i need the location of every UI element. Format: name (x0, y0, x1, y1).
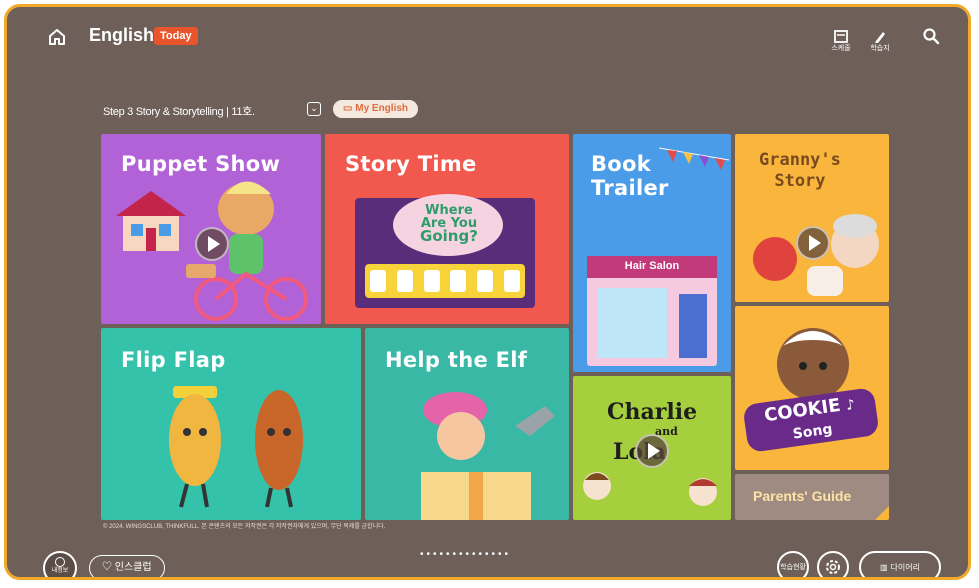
my-english-button[interactable]: ▭ My English (333, 100, 419, 118)
tile-title: Parents' Guide (753, 488, 852, 504)
play-button[interactable] (796, 226, 830, 260)
tile-puppet-show[interactable]: Puppet Show (101, 134, 321, 324)
search-icon (923, 28, 940, 45)
home-icon (49, 29, 65, 45)
cookie-song-line-2: Song (791, 421, 834, 443)
course-step-label: Step 3 Story & Storytelling | 11호. (103, 106, 255, 118)
insclub-button[interactable]: ♡ 인스클럽 (89, 555, 165, 577)
tile-parents-guide[interactable]: Parents' Guide (735, 474, 889, 520)
chart-icon: ▥ (879, 562, 888, 572)
house-illustration (116, 191, 186, 251)
insclub-label: 인스클럽 (114, 562, 152, 573)
my-english-label: My English (355, 103, 409, 114)
story-time-sign: Where Are You Going? (355, 194, 535, 308)
progress-button[interactable]: 학습현황 (777, 551, 809, 577)
tile-help-the-elf[interactable]: Help the Elf (365, 328, 569, 520)
settings-button[interactable] (817, 551, 849, 577)
home-button[interactable] (41, 21, 73, 53)
chevron-down-icon: ⌄ (310, 103, 318, 113)
elf-illustration (421, 392, 555, 520)
schedule-button[interactable]: 스케줄 (825, 21, 857, 53)
tile-flip-flap[interactable]: Flip Flap (101, 328, 361, 520)
pagination-dots[interactable]: •••••••••••••• (420, 549, 511, 560)
page-title: English (89, 25, 155, 45)
tile-grannys-story[interactable]: Granny's Story (735, 134, 889, 302)
tile-title-line-2: Story (774, 171, 826, 191)
tile-title: Help the Elf (385, 348, 528, 372)
today-badge: Today (154, 27, 198, 45)
tile-title: Granny's Story (759, 150, 841, 192)
tile-title: Puppet Show (121, 152, 281, 176)
tile-title: Flip Flap (121, 348, 226, 372)
heart-icon: ♡ (102, 562, 115, 573)
profile-button[interactable]: 내정보 (43, 551, 77, 577)
progress-label: 학습현황 (780, 564, 806, 571)
bunting-illustration (659, 147, 729, 170)
peanut-characters-illustration (169, 386, 303, 508)
corner-fold-icon (875, 506, 889, 520)
play-button[interactable] (195, 227, 229, 261)
user-icon (55, 557, 65, 567)
top-bar: English Today 스케줄 학습지 (7, 7, 968, 65)
shop-sign: Hair Salon (624, 260, 680, 272)
copyright-text: © 2024. WINGSCLUB, THINKFULL. 본 콘텐츠의 모든 … (103, 524, 386, 530)
diary-label: 다이어리 (890, 562, 920, 572)
tile-title-line-1: Charlie (607, 399, 698, 425)
tile-charlie-and-lola[interactable]: Charlie and Lola (573, 376, 731, 520)
shop-illustration: Hair Salon (587, 256, 717, 366)
play-button[interactable] (635, 434, 669, 468)
worksheet-button[interactable]: 학습지 (864, 21, 896, 53)
tile-title-line-2: Trailer (591, 176, 669, 200)
diary-button[interactable]: ▥ 다이어리 (859, 551, 941, 577)
tile-title-line-1: Granny's (759, 150, 841, 170)
tile-title: Story Time (345, 152, 477, 176)
course-dropdown-button[interactable]: ⌄ (307, 102, 321, 116)
sign-line-3: Going? (420, 227, 478, 245)
music-note-icon: ♪ (844, 396, 857, 414)
schedule-label: 스케줄 (831, 45, 851, 52)
tile-cookie-song[interactable]: COOKIE ♪ Song (735, 306, 889, 470)
worksheet-label: 학습지 (870, 45, 890, 52)
app-frame: English Today 스케줄 학습지 Step 3 Story & Sto… (4, 4, 971, 580)
tile-title-line-1: Book (591, 152, 652, 176)
tile-title: Book Trailer (591, 152, 669, 200)
tile-story-time[interactable]: Story Time Where Are You Going? (325, 134, 569, 324)
tile-book-trailer[interactable]: Book Trailer Hair Salon (573, 134, 731, 372)
book-icon: ▭ (343, 103, 356, 114)
profile-label: 내정보 (51, 568, 69, 574)
search-button[interactable] (915, 20, 947, 52)
bus-illustration (365, 264, 525, 298)
gear-icon (826, 560, 840, 574)
